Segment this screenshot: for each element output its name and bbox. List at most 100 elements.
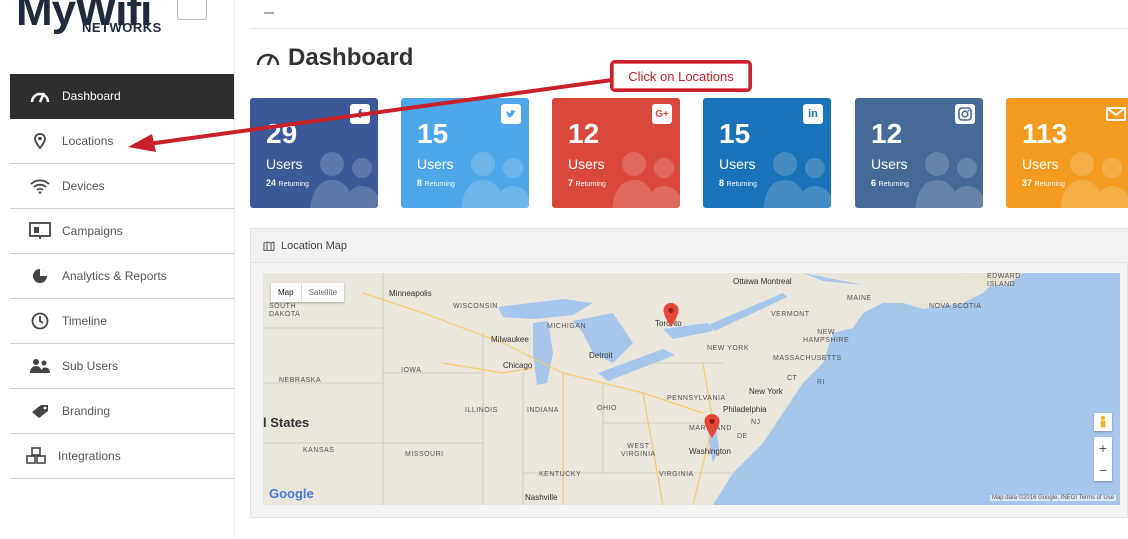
click-locations-callout: Click on Locations	[610, 60, 752, 92]
stat-card-twitter[interactable]: 15 Users 8 Returning	[401, 98, 529, 208]
page-title: Dashboard	[256, 44, 413, 72]
campaign-screen-icon	[28, 221, 52, 241]
map-label: l States	[263, 415, 310, 430]
linkedin-icon: in	[803, 104, 823, 124]
google-map[interactable]: Map Satellite Ottawa Montreal EDWARD ISL…	[263, 273, 1120, 505]
stat-card-google-plus[interactable]: G+ 12 Users 7 Returning	[552, 98, 680, 208]
stat-card-facebook[interactable]: f 29 Users 24 Returning	[250, 98, 378, 208]
map-pin-icon	[28, 131, 52, 151]
twitter-icon	[501, 104, 521, 124]
sidebar-item-label: Branding	[62, 404, 111, 418]
map-label: VERMONT	[771, 311, 810, 318]
card-count: 113	[1022, 118, 1068, 149]
page-title-text: Dashboard	[288, 44, 414, 71]
sidebar-item-integrations[interactable]: Integrations	[10, 434, 234, 479]
card-returning: 6 Returning	[871, 178, 909, 188]
map-label: OHIO	[597, 405, 617, 412]
card-label: Users	[719, 156, 756, 172]
map-label: SOUTH DAKOTA	[269, 303, 301, 318]
card-label: Users	[871, 156, 908, 172]
map-label: KANSAS	[303, 447, 335, 454]
topbar-divider	[250, 28, 1128, 29]
google-logo: Google	[269, 486, 314, 501]
location-pin-icon[interactable]	[663, 303, 679, 327]
sidebar-item-dashboard[interactable]: Dashboard	[10, 74, 234, 119]
card-count: 12	[871, 118, 903, 149]
map-label: PENNSYLVANIA	[667, 395, 726, 402]
sidebar-item-campaigns[interactable]: Campaigns	[10, 209, 234, 254]
map-label: KENTUCKY	[539, 471, 582, 478]
sidebar-divider	[234, 0, 235, 539]
street-view-pegman-icon[interactable]	[1094, 413, 1112, 431]
sidebar-nav: Dashboard Locations Devices Campaigns An…	[10, 74, 234, 479]
dashboard-gauge-icon	[28, 86, 52, 106]
map-attribution[interactable]: Map data ©2016 Google, INEGI Terms of Us…	[989, 495, 1116, 501]
sidebar-item-timeline[interactable]: Timeline	[10, 299, 234, 344]
map-type-satellite-button[interactable]: Satellite	[300, 283, 344, 302]
map-type-map-button[interactable]: Map	[271, 283, 301, 302]
sidebar-item-sub-users[interactable]: Sub Users	[10, 344, 234, 389]
map-label: NEBRASKA	[279, 377, 322, 384]
sidebar-item-locations[interactable]: Locations	[10, 119, 234, 164]
card-count: 15	[719, 118, 751, 149]
stat-card-instagram[interactable]: 12 Users 6 Returning	[855, 98, 983, 208]
people-watermark-icon	[461, 152, 529, 208]
map-label: MISSOURI	[405, 451, 444, 458]
map-label: VIRGINIA	[659, 471, 694, 478]
map-label: Washington	[689, 447, 731, 456]
cubes-icon	[24, 446, 48, 466]
map-label: CT	[787, 375, 798, 382]
sidebar-item-devices[interactable]: Devices	[10, 164, 234, 209]
sidebar-item-analytics[interactable]: Analytics & Reports	[10, 254, 234, 299]
map-label: New York	[749, 387, 783, 396]
card-label: Users	[1022, 156, 1059, 172]
location-pin-icon[interactable]	[704, 414, 720, 438]
sidebar-item-label: Dashboard	[62, 89, 121, 103]
map-label: INDIANA	[527, 407, 559, 414]
sidebar-item-branding[interactable]: Branding	[10, 389, 234, 434]
stat-card-linkedin[interactable]: in 15 Users 8 Returning	[703, 98, 831, 208]
map-label: MAINE	[847, 295, 872, 302]
card-label: Users	[266, 156, 303, 172]
map-label: Nashville	[525, 493, 558, 502]
map-label: WEST VIRGINIA	[621, 443, 656, 458]
card-count: 12	[568, 118, 600, 149]
sidebar-item-label: Devices	[62, 179, 105, 193]
map-label: MASSACHUSETTS	[773, 355, 842, 362]
clock-icon	[28, 311, 52, 331]
map-zoom-control: + −	[1094, 437, 1112, 481]
map-label: WISCONSIN	[453, 303, 498, 310]
sidebar-item-label: Campaigns	[62, 224, 123, 238]
people-watermark-icon	[612, 152, 680, 208]
stat-card-email[interactable]: 113 Users 37 Returning	[1006, 98, 1128, 208]
google-plus-icon: G+	[652, 104, 672, 124]
card-returning: 7 Returning	[568, 178, 606, 188]
tag-icon	[28, 401, 52, 421]
map-label: Milwaukee	[491, 335, 529, 344]
zoom-out-button[interactable]: −	[1094, 459, 1112, 481]
sidebar-item-label: Analytics & Reports	[62, 269, 167, 283]
users-icon	[28, 356, 52, 376]
map-label: Detroit	[589, 351, 613, 360]
map-label: NEW HAMPSHIRE	[803, 329, 850, 344]
map-label: NEW YORK	[707, 345, 749, 352]
card-count: 29	[266, 118, 298, 149]
zoom-in-button[interactable]: +	[1094, 437, 1112, 459]
map-label: Ottawa Montreal	[733, 277, 792, 286]
location-map-panel: Location Map Map Satellite Ottawa Montre…	[250, 228, 1128, 518]
map-type-toggle: Map Satellite	[271, 283, 345, 302]
card-label: Users	[568, 156, 605, 172]
map-label: EDWARD ISLAND	[987, 273, 1021, 288]
dashboard-page: MyWifi NETWORKS Dashboard Locations Devi…	[0, 0, 1128, 539]
location-map-header: Location Map	[251, 229, 1128, 263]
map-label: RI	[817, 379, 825, 386]
sidebar-item-label: Timeline	[62, 314, 107, 328]
menu-toggle-button[interactable]	[177, 0, 207, 20]
logo-sub-text: NETWORKS	[82, 20, 162, 35]
people-watermark-icon	[1060, 152, 1128, 208]
map-label: Philadelphia	[723, 405, 767, 414]
instagram-icon	[955, 104, 975, 124]
card-returning: 37 Returning	[1022, 178, 1065, 188]
map-label: ILLINOIS	[465, 407, 498, 414]
sidebar-item-label: Locations	[62, 134, 114, 148]
